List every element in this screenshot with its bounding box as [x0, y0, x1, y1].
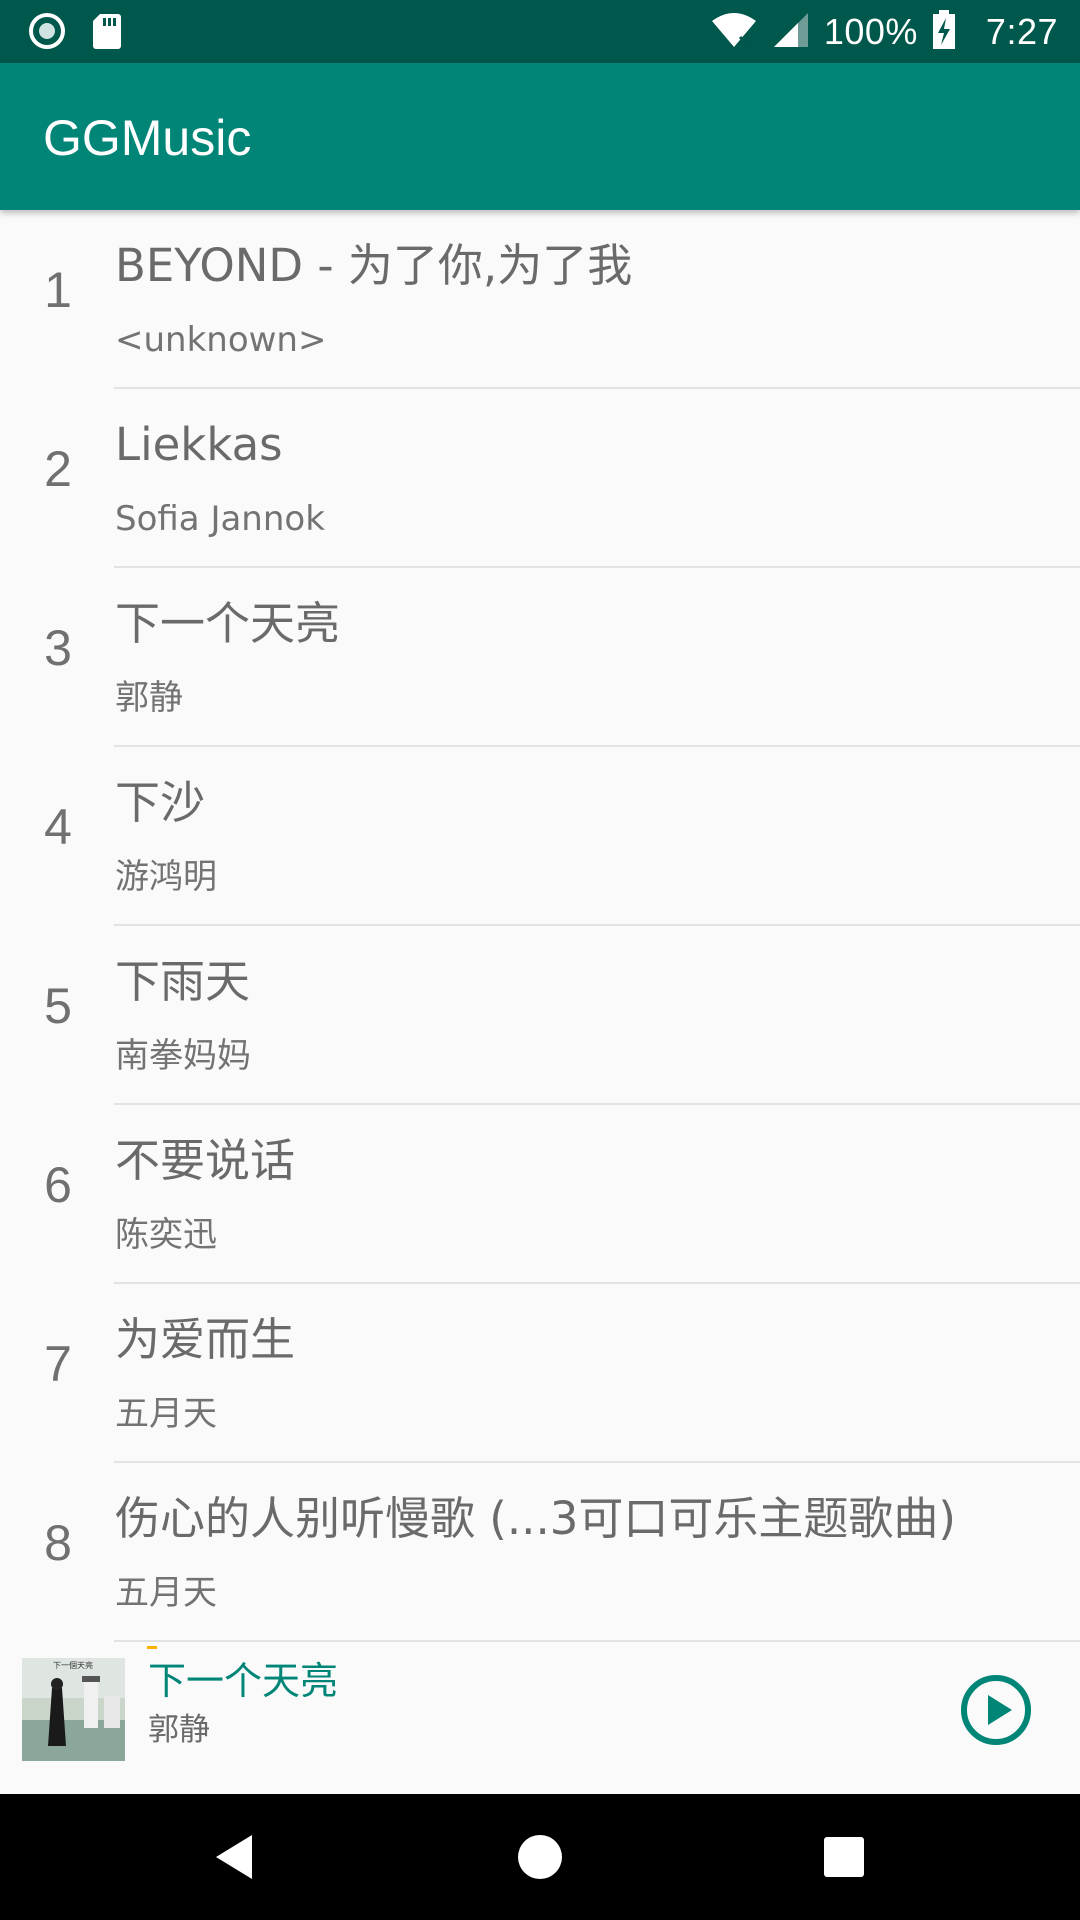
home-icon — [518, 1835, 562, 1879]
song-title: Liekkas — [115, 418, 283, 471]
battery-percent: 100% — [823, 11, 918, 52]
song-title: 不要说话 — [115, 1134, 296, 1187]
app-bar: GGMusic — [0, 63, 1080, 210]
song-title: 下雨天 — [115, 955, 251, 1008]
song-artist: 南拳妈妈 — [115, 1036, 251, 1076]
song-index: 5 — [44, 978, 72, 1034]
now-playing-bar[interactable]: 下一個天亮 下一个天亮 郭静 — [0, 1646, 1080, 1794]
recents-icon — [824, 1837, 864, 1877]
status-notifications — [28, 12, 122, 54]
list-item[interactable]: 1 BEYOND - 为了你,为了我 <unknown> — [0, 210, 1080, 389]
song-index: 8 — [44, 1515, 72, 1571]
song-index: 3 — [44, 620, 72, 676]
status-system-icons: 100% 7:27 — [710, 0, 1058, 63]
song-index: 2 — [44, 441, 72, 497]
song-index: 4 — [44, 799, 72, 855]
song-artist: 郭静 — [115, 678, 183, 718]
song-title: BEYOND - 为了你,为了我 — [115, 239, 633, 292]
song-index: 1 — [44, 262, 72, 318]
sd-card-icon — [92, 12, 122, 54]
song-artist: Sofia Jannok — [115, 499, 325, 539]
music-app-screen: 100% 7:27 GGMusic 1 BEYOND - 为了你,为了我 <un… — [0, 0, 1080, 1920]
now-playing-title: 下一个天亮 — [148, 1659, 339, 1703]
wifi-icon — [710, 11, 758, 53]
song-index: 7 — [44, 1336, 72, 1392]
song-title: 下一个天亮 — [115, 597, 341, 650]
play-button[interactable] — [960, 1674, 1032, 1746]
list-item[interactable]: 6 不要说话 陈奕迅 — [0, 1105, 1080, 1284]
album-art-caption: 下一個天亮 — [53, 1660, 93, 1670]
now-playing-artist: 郭静 — [148, 1712, 210, 1748]
song-artist: 五月天 — [115, 1573, 217, 1613]
cell-signal-icon — [772, 11, 810, 53]
back-icon — [216, 1835, 252, 1879]
list-item[interactable]: 8 伤心的人别听慢歌 (...3可口可乐主题歌曲) 五月天 — [0, 1463, 1080, 1642]
song-artist: 游鸿明 — [115, 857, 217, 897]
list-item[interactable]: 5 下雨天 南拳妈妈 — [0, 926, 1080, 1105]
navigation-bar — [0, 1794, 1080, 1920]
song-artist: 陈奕迅 — [115, 1215, 217, 1255]
list-item[interactable]: 4 下沙 游鸿明 — [0, 747, 1080, 926]
battery-charging-icon — [932, 9, 956, 54]
playback-progress-indicator — [147, 1646, 157, 1649]
song-artist: <unknown> — [115, 320, 327, 360]
list-item[interactable]: 2 Liekkas Sofia Jannok — [0, 389, 1080, 568]
list-item[interactable]: 3 下一个天亮 郭静 — [0, 568, 1080, 747]
recents-button[interactable] — [814, 1827, 874, 1887]
song-index: 6 — [44, 1157, 72, 1213]
back-button[interactable] — [206, 1827, 266, 1887]
list-item[interactable]: 7 为爱而生 五月天 — [0, 1284, 1080, 1463]
song-title: 下沙 — [115, 776, 206, 829]
clock: 7:27 — [985, 11, 1058, 52]
play-icon — [961, 1675, 1031, 1745]
home-button[interactable] — [510, 1827, 570, 1887]
album-art[interactable]: 下一個天亮 — [22, 1658, 125, 1761]
song-list[interactable]: 1 BEYOND - 为了你,为了我 <unknown> 2 Liekkas S… — [0, 210, 1080, 1646]
status-bar: 100% 7:27 — [0, 0, 1080, 63]
record-icon — [28, 12, 66, 54]
song-artist: 五月天 — [115, 1394, 217, 1434]
app-title: GGMusic — [43, 110, 252, 166]
song-title: 为爱而生 — [115, 1313, 296, 1366]
song-title: 伤心的人别听慢歌 (...3可口可乐主题歌曲) — [115, 1492, 956, 1545]
